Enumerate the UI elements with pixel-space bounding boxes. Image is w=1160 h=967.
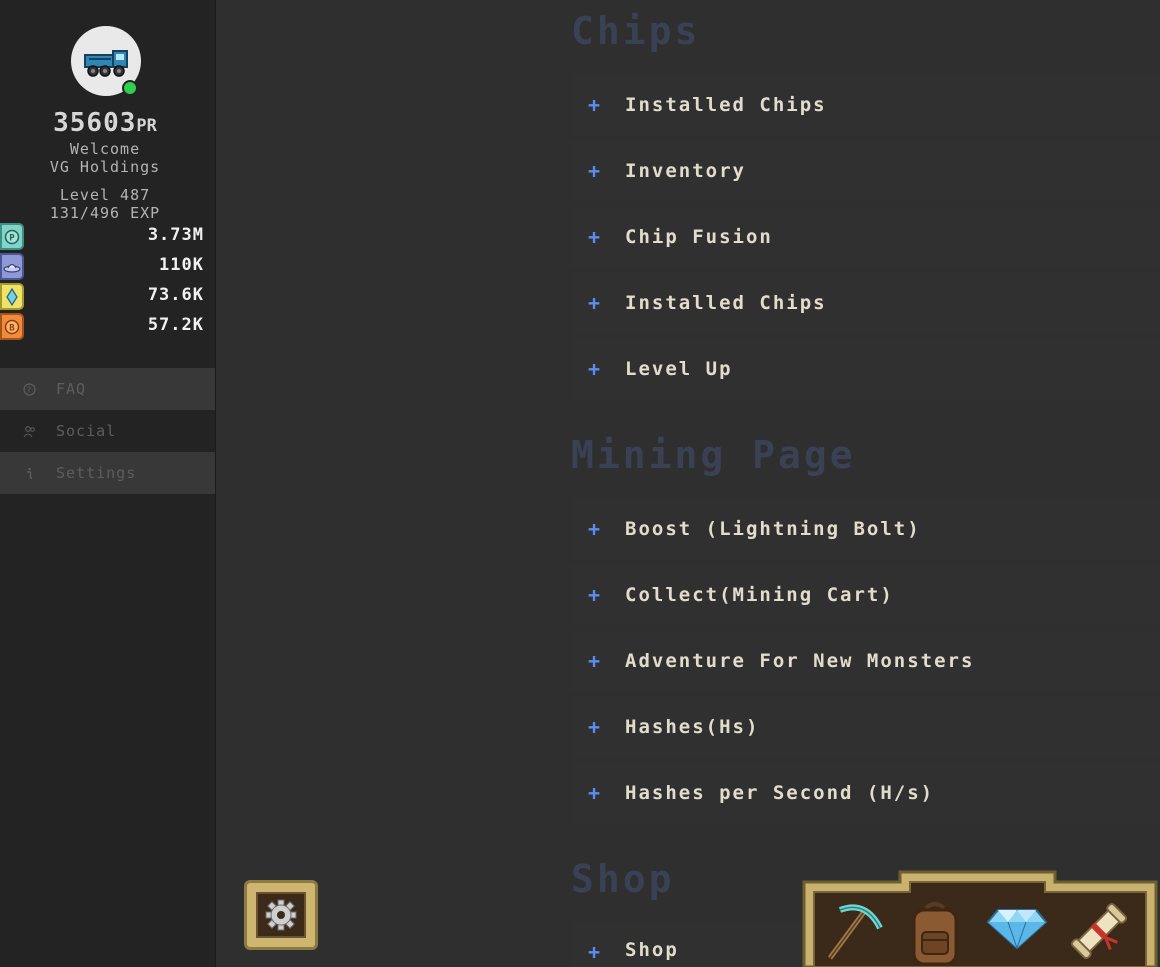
faq-item[interactable]: + Installed Chips <box>571 74 1160 136</box>
currency-row: P 3.73M <box>0 223 210 251</box>
section-title-shop: Shop <box>571 857 675 901</box>
p-coin-icon: P <box>0 223 24 250</box>
section-title-mining: Mining Page <box>571 433 856 477</box>
faq-item[interactable]: + Boost (Lightning Bolt) <box>571 498 1160 560</box>
avatar-wrap <box>71 26 141 96</box>
currency-row: 73.6K <box>0 283 210 311</box>
faq-item[interactable]: + Inventory <box>571 140 1160 202</box>
scroll-tool-button[interactable] <box>1066 898 1132 964</box>
sidebar-item-label: FAQ <box>56 380 87 398</box>
welcome-label: Welcome <box>69 140 141 158</box>
pickaxe-tool-button[interactable] <box>820 898 886 964</box>
faq-item-label: Boost (Lightning Bolt) <box>625 518 921 540</box>
plus-icon: + <box>587 583 601 607</box>
faq-item[interactable]: + Level Up <box>571 338 1160 400</box>
currency-row: B 57.2K <box>0 313 210 341</box>
pr-score: 35603PR <box>0 108 210 138</box>
people-icon <box>22 424 36 438</box>
plus-icon: + <box>587 939 601 964</box>
section-title-chips: Chips <box>571 9 701 53</box>
info-icon <box>22 466 36 480</box>
plus-icon: + <box>587 649 601 673</box>
svg-text:B: B <box>9 323 15 333</box>
faq-item[interactable]: + Adventure For New Monsters <box>571 630 1160 692</box>
sidebar-item-label: Social <box>56 422 117 440</box>
faq-item-label: Installed Chips <box>625 292 827 314</box>
bottom-toolbar <box>800 868 1160 967</box>
app-page: 35603PR Welcome VG Holdings Level 487 13… <box>0 0 1160 967</box>
plus-icon: + <box>587 357 601 381</box>
plus-icon: + <box>587 93 601 117</box>
plus-icon: + <box>587 781 601 805</box>
crystal-icon <box>0 283 24 310</box>
faq-item[interactable]: + Chip Fusion <box>571 206 1160 268</box>
faq-item-label: Chip Fusion <box>625 226 773 248</box>
backpack-tool-button[interactable] <box>902 898 968 966</box>
level-text: Level 487 <box>59 186 151 204</box>
faq-item-label: Level Up <box>625 358 733 380</box>
faq-item[interactable]: + Hashes per Second (H/s) <box>571 762 1160 824</box>
currency-value: 3.73M <box>147 225 204 245</box>
exp-text: 131/496 EXP <box>49 204 161 222</box>
svg-text:?: ? <box>26 385 31 394</box>
faq-item-label: Shop <box>625 938 679 961</box>
faq-item[interactable]: + Hashes(Hs) <box>571 696 1160 758</box>
diamond-icon <box>986 909 1048 950</box>
sidebar: 35603PR Welcome VG Holdings Level 487 13… <box>0 0 216 967</box>
pickaxe-icon <box>827 904 883 960</box>
scroll-icon <box>1070 902 1128 960</box>
currency-value: 110K <box>159 255 204 275</box>
plus-icon: + <box>587 517 601 541</box>
faq-item-label: Collect(Mining Cart) <box>625 584 894 606</box>
diamond-tool-button[interactable] <box>984 898 1050 964</box>
pr-unit: PR <box>136 116 157 136</box>
bitcoin-icon: B <box>0 313 24 340</box>
settings-gear-button[interactable] <box>244 880 318 950</box>
faq-item[interactable]: + Installed Chips <box>571 272 1160 334</box>
currency-value: 73.6K <box>147 285 204 305</box>
sidebar-item-faq[interactable]: ? FAQ <box>0 368 215 410</box>
faq-item-label: Hashes(Hs) <box>625 716 760 738</box>
gear-icon <box>265 899 297 931</box>
online-status-dot <box>122 80 138 96</box>
plus-icon: + <box>587 159 601 183</box>
sidebar-item-label: Settings <box>56 464 137 482</box>
currency-value: 57.2K <box>147 315 204 335</box>
faq-item-label: Installed Chips <box>625 94 827 116</box>
ufo-icon <box>0 253 24 280</box>
svg-text:P: P <box>9 233 15 243</box>
mining-truck-icon <box>84 50 128 77</box>
faq-item-label: Hashes per Second (H/s) <box>625 782 935 804</box>
plus-icon: + <box>587 291 601 315</box>
sidebar-item-settings[interactable]: Settings <box>0 452 215 494</box>
faq-item-label: Adventure For New Monsters <box>625 650 975 672</box>
backpack-icon <box>912 902 958 966</box>
plus-icon: + <box>587 715 601 739</box>
currency-row: 110K <box>0 253 210 281</box>
gear-button-inner <box>256 892 306 938</box>
question-icon: ? <box>22 382 36 396</box>
company-name: VG Holdings <box>49 158 161 176</box>
pr-value: 35603 <box>53 108 137 138</box>
sidebar-item-social[interactable]: Social <box>0 410 215 452</box>
faq-item-label: Inventory <box>625 160 746 182</box>
faq-item[interactable]: + Collect(Mining Cart) <box>571 564 1160 626</box>
plus-icon: + <box>587 225 601 249</box>
